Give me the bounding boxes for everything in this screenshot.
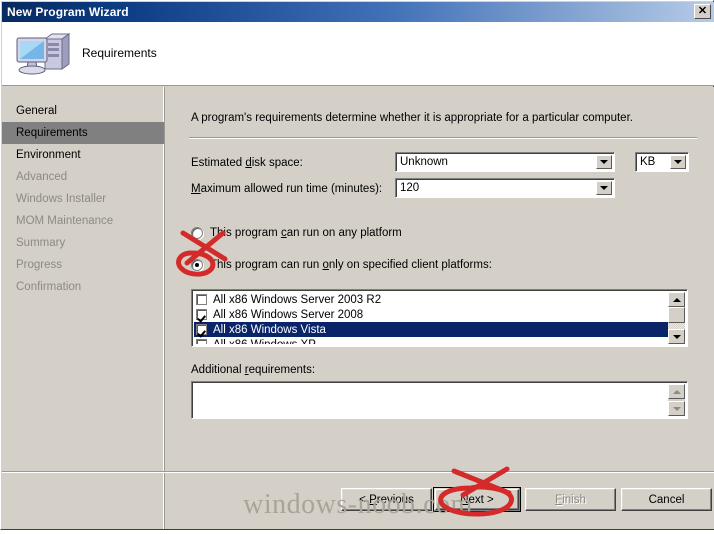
platform-listbox[interactable]: All x86 Windows Server 2003 R2 All x86 W… <box>191 289 688 347</box>
main-panel: A program's requirements determine wheth… <box>165 87 714 529</box>
scroll-up-icon[interactable] <box>668 384 685 399</box>
platform-list: All x86 Windows Server 2003 R2 All x86 W… <box>194 292 668 344</box>
checkbox-indicator[interactable] <box>196 339 207 344</box>
sidebar-item-requirements[interactable]: Requirements <box>2 122 164 144</box>
radio-indicator[interactable] <box>191 227 203 239</box>
scroll-up-icon[interactable] <box>668 292 685 307</box>
sidebar-item-confirmation: Confirmation <box>16 281 82 293</box>
max-run-time-label: Maximum allowed run time (minutes): <box>191 183 383 195</box>
max-run-time-combo[interactable]: 120 <box>395 178 615 198</box>
scrollbar-track[interactable] <box>668 307 685 329</box>
list-item[interactable]: All x86 Windows Server 2008 <box>194 307 668 322</box>
list-item-label: All x86 Windows Server 2003 R2 <box>213 293 382 306</box>
platform-list-scrollbar[interactable] <box>668 292 685 344</box>
specified-client-platforms-radio-label: This program can run only on specified c… <box>210 259 492 271</box>
additional-requirements-textarea[interactable] <box>191 381 688 419</box>
chevron-down-icon[interactable] <box>670 155 686 169</box>
sidebar-item-mom-maintenance: MOM Maintenance <box>16 215 114 227</box>
wizard-header: Requirements <box>2 22 714 86</box>
close-icon[interactable]: ✕ <box>694 4 711 19</box>
finish-button: Finish <box>525 488 616 511</box>
list-item[interactable]: All x86 Windows XP <box>194 337 668 344</box>
estimated-disk-space-combo[interactable]: Unknown <box>395 152 615 172</box>
sidebar-item-progress: Progress <box>16 259 63 271</box>
intro-text: A program's requirements determine wheth… <box>191 112 633 124</box>
disk-space-units-value: KB <box>640 156 656 168</box>
computer-icon <box>12 30 72 80</box>
next-button[interactable]: Next > <box>433 487 521 512</box>
estimated-disk-space-value: Unknown <box>400 156 448 168</box>
any-platform-radio[interactable]: This program can run on any platform <box>191 227 402 239</box>
specified-client-platforms-radio[interactable]: This program can run only on specified c… <box>191 259 492 271</box>
list-item-label: All x86 Windows Server 2008 <box>213 308 364 321</box>
checkbox-indicator[interactable] <box>196 309 207 320</box>
scrollbar-thumb[interactable] <box>668 307 685 323</box>
sidebar-item-summary: Summary <box>16 237 66 249</box>
top-divider <box>189 137 697 139</box>
window-title: New Program Wizard <box>7 5 129 19</box>
any-platform-radio-label: This program can run on any platform <box>210 227 402 239</box>
wizard-steps-sidebar: General Requirements Environment Advance… <box>2 87 164 529</box>
cancel-button[interactable]: Cancel <box>621 488 712 511</box>
wizard-window: New Program Wizard ✕ Requirements Genera… <box>0 0 714 530</box>
scroll-down-icon[interactable] <box>668 329 685 344</box>
estimated-disk-space-label: Estimated disk space: <box>191 157 303 169</box>
sidebar-item-windows-installer: Windows Installer <box>16 193 107 205</box>
bottom-divider <box>165 471 714 473</box>
sidebar-item-advanced: Advanced <box>16 171 68 183</box>
page-title: Requirements <box>82 46 157 60</box>
checkbox-indicator[interactable] <box>196 294 207 305</box>
titlebar: New Program Wizard ✕ <box>2 2 714 22</box>
previous-button[interactable]: < Previous <box>341 488 432 511</box>
disk-space-units-combo[interactable]: KB <box>635 152 689 172</box>
chevron-down-icon[interactable] <box>596 181 612 195</box>
list-item-label: All x86 Windows XP <box>213 339 316 345</box>
wizard-steps-list: General Requirements Environment Advance… <box>2 100 164 298</box>
list-item[interactable]: All x86 Windows Server 2003 R2 <box>194 292 668 307</box>
list-item-label: All x86 Windows Vista <box>213 323 326 336</box>
sidebar-item-general[interactable]: General <box>2 100 164 122</box>
chevron-down-icon[interactable] <box>596 155 612 169</box>
additional-requirements-scrollbar[interactable] <box>668 384 685 416</box>
max-run-time-value: 120 <box>400 182 420 194</box>
cancel-button-label: Cancel <box>648 493 685 506</box>
additional-requirements-label: Additional requirements: <box>191 364 316 376</box>
scroll-down-icon[interactable] <box>668 401 685 416</box>
sidebar-item-environment[interactable]: Environment <box>2 144 164 166</box>
sidebar-bottom-divider <box>2 471 165 473</box>
list-item[interactable]: All x86 Windows Vista <box>194 322 668 337</box>
radio-indicator[interactable] <box>191 259 203 271</box>
checkbox-indicator[interactable] <box>196 324 207 335</box>
